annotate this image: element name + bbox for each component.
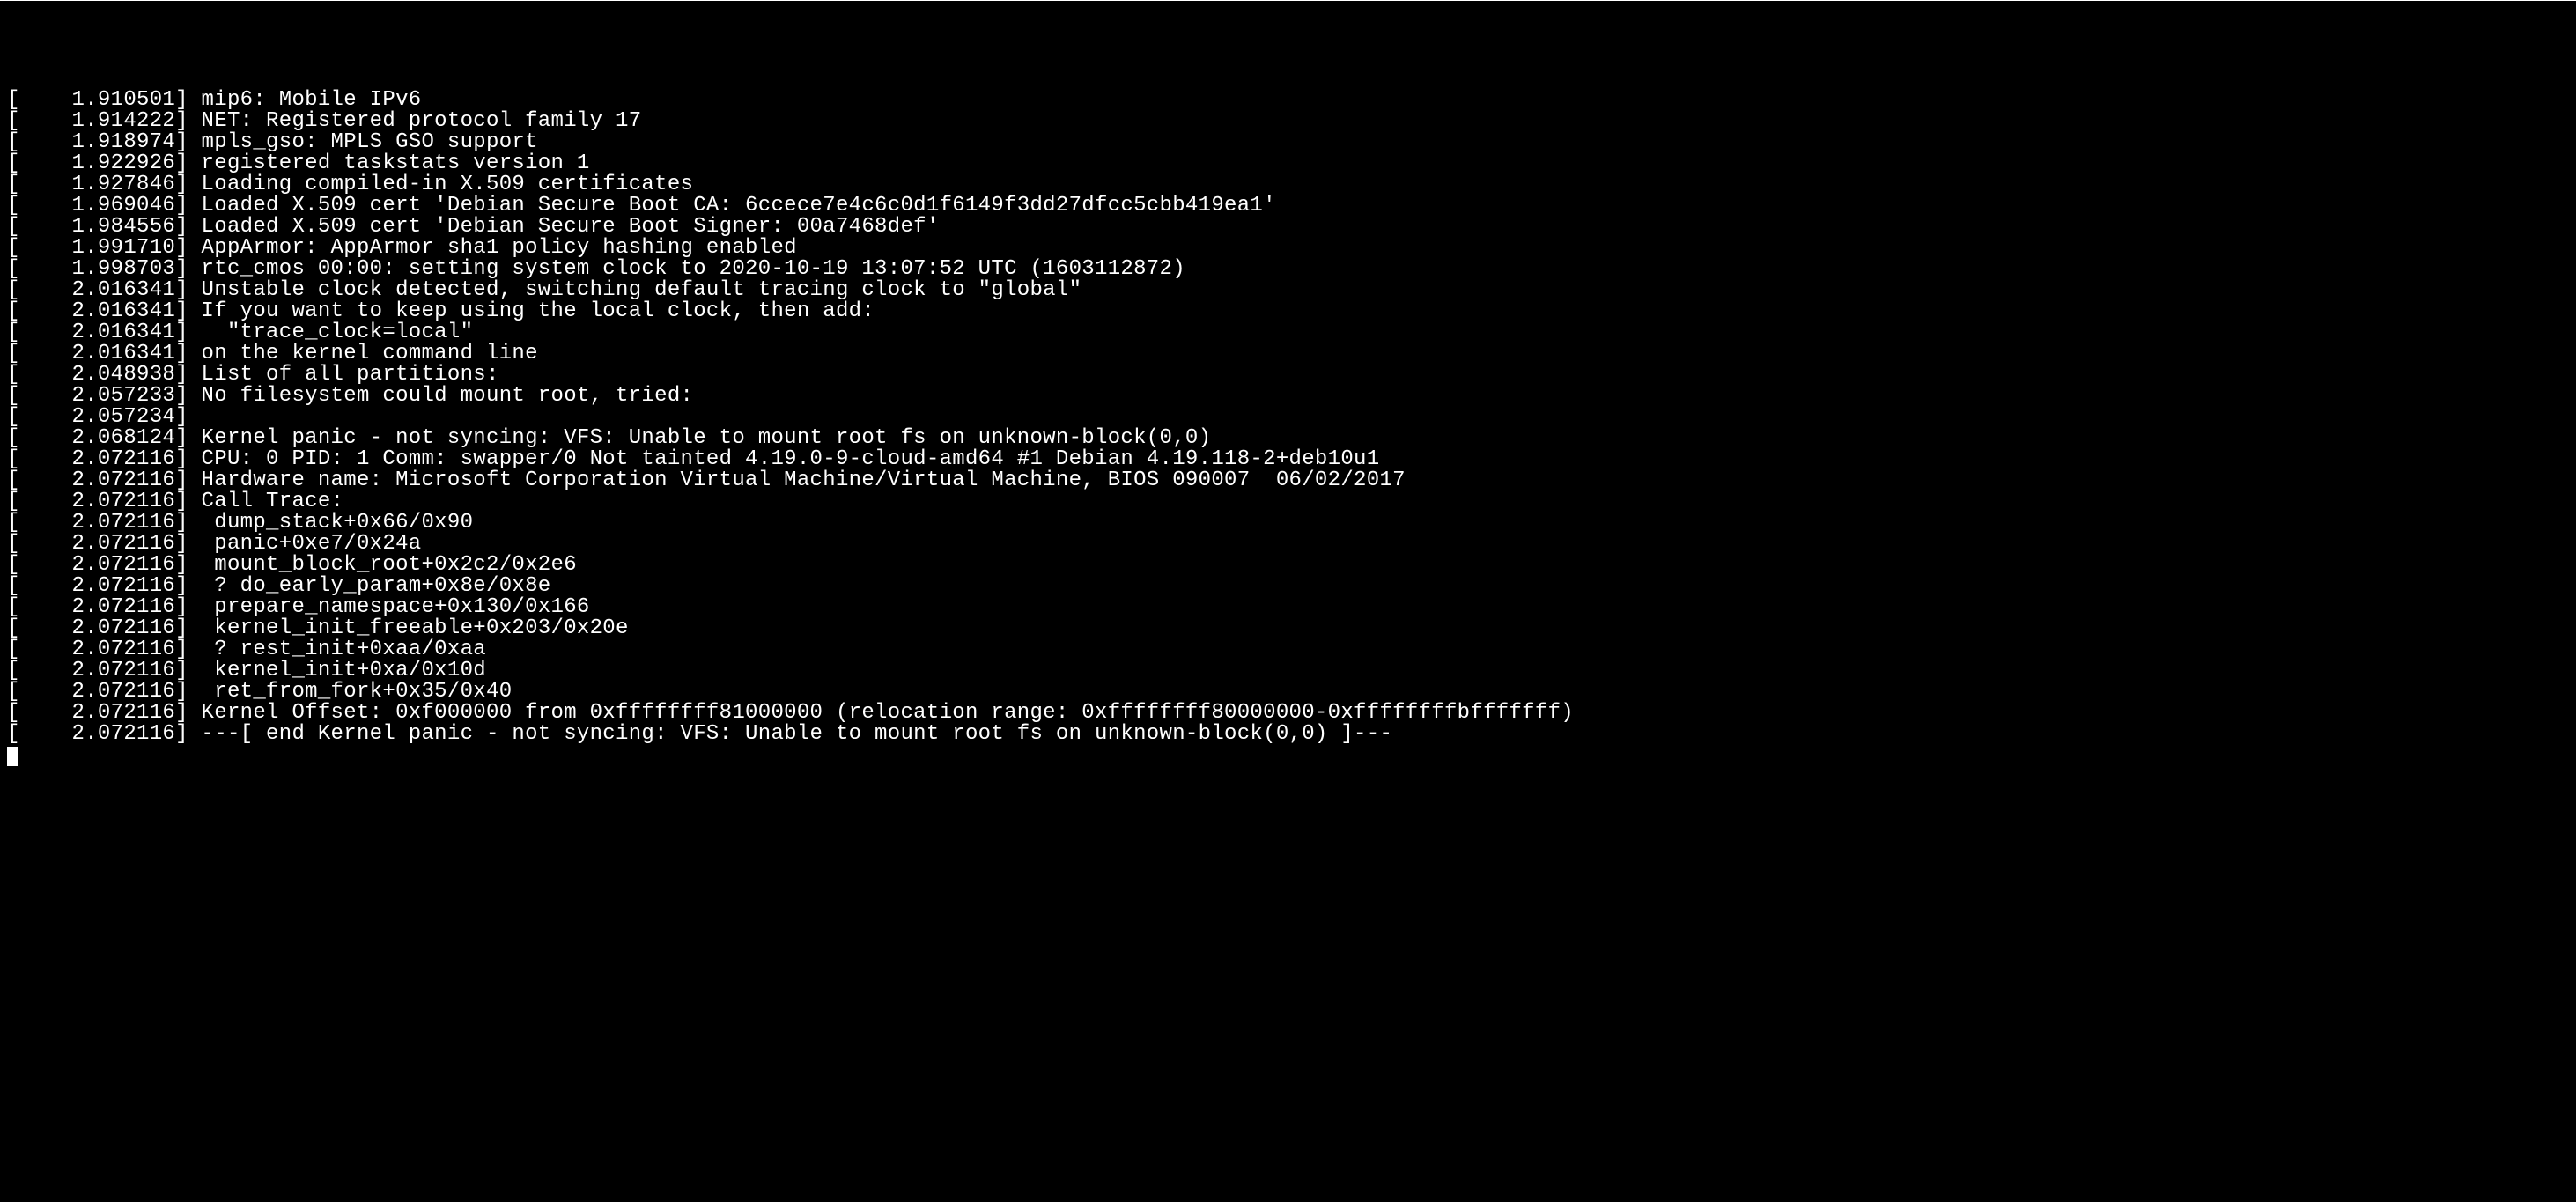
log-line: [ 1.984556] Loaded X.509 cert 'Debian Se…: [7, 217, 2569, 238]
log-line: [ 2.057234]: [7, 407, 2569, 428]
log-line: [ 2.072116] kernel_init+0xa/0x10d: [7, 660, 2569, 682]
log-line: [ 2.072116] dump_stack+0x66/0x90: [7, 513, 2569, 534]
log-line: [ 2.072116] prepare_namespace+0x130/0x16…: [7, 597, 2569, 618]
log-line: [ 1.991710] AppArmor: AppArmor sha1 poli…: [7, 238, 2569, 259]
log-line: [ 1.922926] registered taskstats version…: [7, 153, 2569, 174]
log-line: [ 2.016341] on the kernel command line: [7, 343, 2569, 365]
log-line: [ 2.016341] "trace_clock=local": [7, 322, 2569, 343]
log-line: [ 1.918974] mpls_gso: MPLS GSO support: [7, 132, 2569, 153]
log-line: [ 2.068124] Kernel panic - not syncing: …: [7, 428, 2569, 449]
log-line: [ 2.016341] If you want to keep using th…: [7, 301, 2569, 322]
cursor: [7, 747, 18, 766]
log-line: [ 2.048938] List of all partitions:: [7, 365, 2569, 386]
log-line: [ 2.016341] Unstable clock detected, swi…: [7, 280, 2569, 301]
log-line: [ 2.072116] Hardware name: Microsoft Cor…: [7, 470, 2569, 491]
log-line: [ 2.072116] ---[ end Kernel panic - not …: [7, 724, 2569, 745]
log-line: [ 2.057233] No filesystem could mount ro…: [7, 386, 2569, 407]
terminal-output: [ 1.910501] mip6: Mobile IPv6[ 1.914222]…: [7, 90, 2569, 766]
log-line: [ 2.072116] ? rest_init+0xaa/0xaa: [7, 639, 2569, 660]
log-line: [ 2.072116] ret_from_fork+0x35/0x40: [7, 682, 2569, 703]
log-line: [ 2.072116] panic+0xe7/0x24a: [7, 534, 2569, 555]
log-line: [ 2.072116] CPU: 0 PID: 1 Comm: swapper/…: [7, 449, 2569, 470]
log-line: [ 1.914222] NET: Registered protocol fam…: [7, 111, 2569, 132]
log-line: [ 1.927846] Loading compiled-in X.509 ce…: [7, 174, 2569, 195]
log-line: [ 2.072116] ? do_early_param+0x8e/0x8e: [7, 576, 2569, 597]
log-line: [ 2.072116] mount_block_root+0x2c2/0x2e6: [7, 555, 2569, 576]
log-line: [ 2.072116] Call Trace:: [7, 491, 2569, 513]
log-line: [ 1.998703] rtc_cmos 00:00: setting syst…: [7, 259, 2569, 280]
log-line: [ 2.072116] Kernel Offset: 0xf000000 fro…: [7, 703, 2569, 724]
log-line: [ 2.072116] kernel_init_freeable+0x203/0…: [7, 618, 2569, 639]
log-line: [ 1.969046] Loaded X.509 cert 'Debian Se…: [7, 195, 2569, 217]
log-line: [ 1.910501] mip6: Mobile IPv6: [7, 90, 2569, 111]
cursor-line: [7, 745, 2569, 766]
